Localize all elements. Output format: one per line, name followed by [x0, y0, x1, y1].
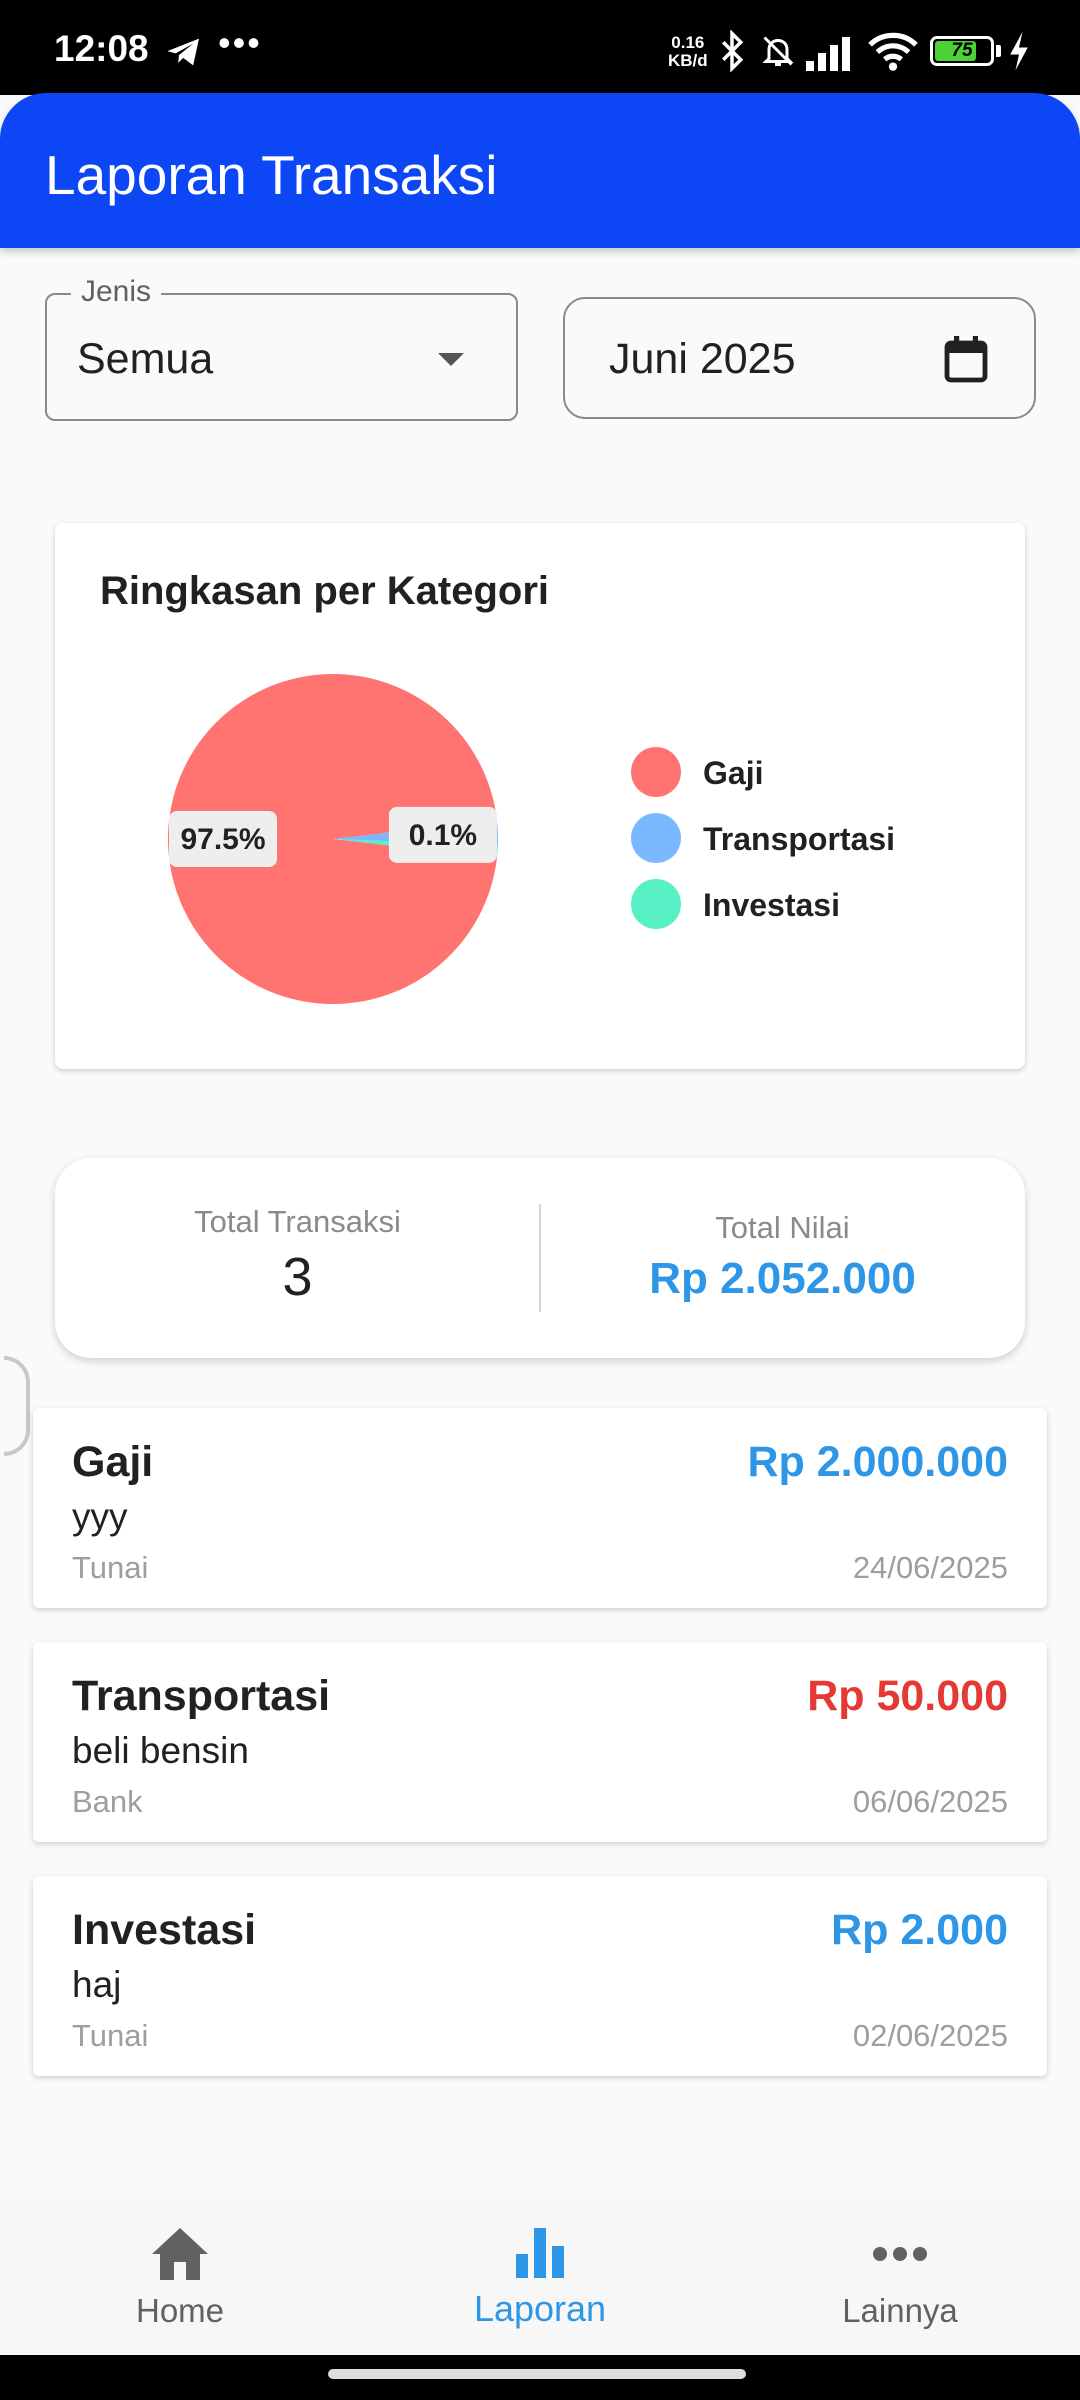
transaction-description: haj [72, 1964, 122, 2005]
transaction-item[interactable]: Investasi Rp 2.000 haj Tunai 02/06/2025 [33, 1876, 1047, 2076]
type-dropdown[interactable]: Jenis Semua [45, 275, 518, 421]
month-picker[interactable]: Juni 2025 [563, 297, 1036, 419]
transaction-description: beli bensin [72, 1730, 249, 1771]
transaction-source: Tunai [72, 2018, 149, 2053]
nav-laporan[interactable]: Laporan [360, 2200, 720, 2355]
battery-cap [996, 45, 1001, 57]
bar-chart-icon [516, 2228, 564, 2278]
screen: 12:08 ••• 0.16 KB/d 75 Laporan Transaksi… [0, 0, 1080, 2400]
home-icon [152, 2228, 208, 2280]
pie-slice-label: 97.5% [169, 811, 277, 867]
signal-icon [806, 37, 850, 71]
total-value-label: Total Nilai [715, 1210, 850, 1245]
transaction-description: yyy [72, 1496, 128, 1537]
transaction-item[interactable]: Gaji Rp 2.000.000 yyy Tunai 24/06/2025 [33, 1408, 1047, 1608]
category-summary-card: Ringkasan per Kategori 97.5% 0.1% Gaji Tr… [55, 523, 1025, 1069]
transaction-amount: Rp 2.000.000 [747, 1438, 1008, 1486]
edge-swipe-handle[interactable] [4, 1356, 30, 1456]
total-transactions: Total Transaksi 3 [55, 1204, 540, 1308]
legend-dot [631, 879, 681, 929]
dropdown-arrow-icon [438, 353, 464, 366]
nav-laporan-label: Laporan [473, 2288, 607, 2329]
telegram-icon [167, 38, 199, 66]
total-value-amount: Rp 2.052.000 [649, 1254, 916, 1303]
transaction-source: Bank [72, 1784, 143, 1819]
transaction-category: Investasi [72, 1906, 257, 1954]
bluetooth-icon [722, 30, 744, 72]
more-notifications-icon: ••• [218, 22, 262, 63]
bottom-navigation: Home Laporan Lainnya [0, 2200, 1080, 2355]
transaction-source: Tunai [72, 1550, 149, 1585]
wifi-icon [868, 32, 918, 71]
month-picker-value: Juni 2025 [609, 335, 796, 383]
legend-dot [631, 747, 681, 797]
type-dropdown-value: Semua [77, 335, 214, 383]
nav-lainnya[interactable]: Lainnya [720, 2200, 1080, 2355]
transaction-date: 06/06/2025 [852, 1784, 1008, 1819]
charging-icon [1010, 31, 1028, 71]
svg-text:0.1%: 0.1% [409, 819, 477, 852]
more-icon [873, 2247, 927, 2261]
transaction-category: Transportasi [72, 1672, 331, 1720]
app-bar: Laporan Transaksi [0, 93, 1080, 248]
nav-home[interactable]: Home [0, 2200, 360, 2355]
pie-chart: 97.5% 0.1% [167, 674, 498, 1004]
status-bar: 12:08 ••• 0.16 KB/d 75 [0, 0, 1080, 95]
battery-percent: 75 [951, 40, 973, 61]
nav-home-label: Home [135, 2292, 225, 2329]
bell-off-icon [762, 36, 794, 66]
status-time: 12:08 [54, 28, 149, 69]
transaction-amount: Rp 2.000 [831, 1906, 1008, 1954]
nav-lainnya-label: Lainnya [842, 2292, 958, 2329]
legend-label: Investasi [703, 887, 840, 923]
total-transactions-label: Total Transaksi [194, 1204, 401, 1239]
total-value: Total Nilai Rp 2.052.000 [540, 1210, 1025, 1304]
legend-dot [631, 813, 681, 863]
transaction-item[interactable]: Transportasi Rp 50.000 beli bensin Bank … [33, 1642, 1047, 1842]
gesture-handle[interactable] [328, 2369, 746, 2379]
calendar-icon [944, 336, 988, 383]
transaction-date: 02/06/2025 [852, 2018, 1008, 2053]
network-speed: 0.16 KB/d [668, 33, 708, 70]
page-title: Laporan Transaksi [45, 144, 498, 206]
battery-icon: 75 [930, 36, 994, 66]
transaction-date: 24/06/2025 [852, 1550, 1008, 1585]
svg-text:97.5%: 97.5% [180, 823, 265, 856]
pie-slice-label: 0.1% [388, 806, 497, 863]
transaction-category: Gaji [72, 1438, 154, 1486]
legend-label: Transportasi [703, 821, 896, 857]
total-transactions-value: 3 [282, 1247, 313, 1307]
type-dropdown-label: Jenis [71, 275, 162, 309]
summary-card: Total Transaksi 3 Total Nilai Rp 2.052.0… [55, 1158, 1025, 1358]
transaction-amount: Rp 50.000 [807, 1672, 1008, 1720]
legend-label: Gaji [703, 755, 764, 791]
